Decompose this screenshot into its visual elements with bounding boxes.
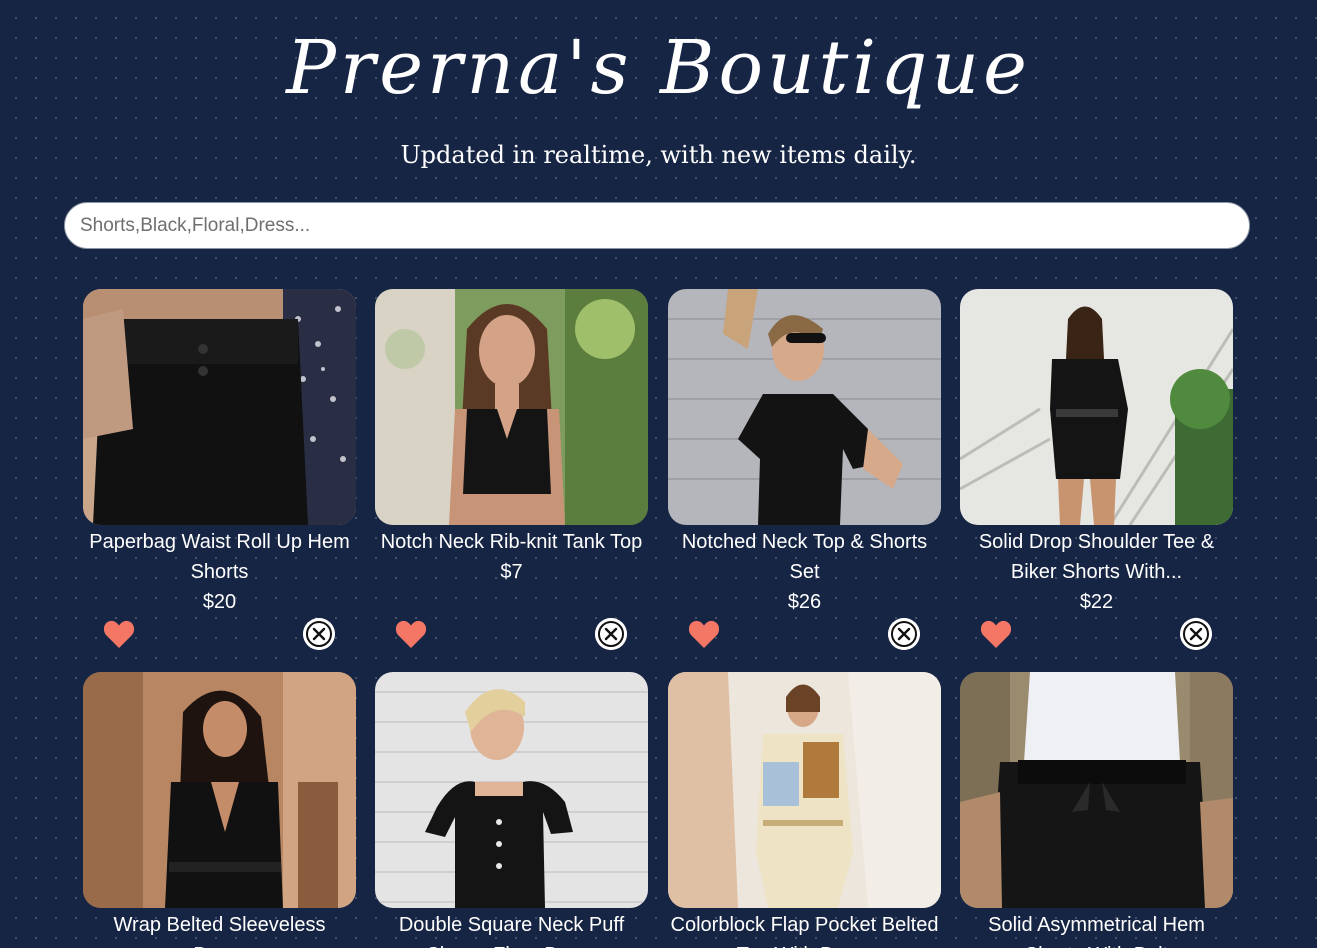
product-image[interactable] — [668, 672, 941, 908]
product-name: Double Square Neck Puff Sleeve Flare Dre… — [398, 914, 625, 948]
heart-icon[interactable] — [103, 619, 135, 649]
product-card[interactable]: Wrap Belted Sleeveless Dress — [83, 672, 356, 948]
product-price: $20 — [202, 591, 237, 613]
product-image[interactable] — [960, 289, 1233, 525]
product-image[interactable] — [960, 672, 1233, 908]
page-title: Prerna's Boutique — [286, 25, 1031, 111]
product-name: Notch Neck Rib-knit Tank Top — [380, 531, 643, 553]
page-subtitle: Updated in realtime, with new items dail… — [400, 141, 917, 169]
product-card[interactable]: Solid Asymmetrical Hem Shorts With Belt — [960, 672, 1233, 948]
product-actions — [960, 617, 1233, 657]
product-name: Paperbag Waist Roll Up Hem Shorts — [89, 531, 350, 583]
close-icon[interactable] — [1180, 618, 1212, 650]
product-price: $7 — [500, 561, 523, 583]
product-name: Solid Asymmetrical Hem Shorts With Belt — [988, 914, 1205, 948]
product-image[interactable] — [668, 289, 941, 525]
product-card[interactable]: Notched Neck Top & Shorts Set $26 — [668, 289, 941, 657]
close-icon[interactable] — [595, 618, 627, 650]
heart-icon[interactable] — [395, 619, 427, 649]
heart-icon[interactable] — [688, 619, 720, 649]
heart-icon[interactable] — [980, 619, 1012, 649]
product-image[interactable] — [375, 289, 648, 525]
product-name: Wrap Belted Sleeveless Dress — [113, 914, 326, 948]
close-icon[interactable] — [303, 618, 335, 650]
product-card[interactable]: Paperbag Waist Roll Up Hem Shorts $20 — [83, 289, 356, 657]
product-actions — [83, 617, 356, 657]
product-name: Colorblock Flap Pocket Belted Tee With D… — [670, 914, 939, 948]
product-card[interactable]: Notch Neck Rib-knit Tank Top $7 — [375, 289, 648, 657]
close-icon[interactable] — [888, 618, 920, 650]
product-actions — [375, 617, 648, 657]
product-image[interactable] — [83, 672, 356, 908]
product-card[interactable]: Double Square Neck Puff Sleeve Flare Dre… — [375, 672, 648, 948]
product-price: $22 — [1079, 591, 1114, 613]
product-card[interactable]: Colorblock Flap Pocket Belted Tee With D… — [668, 672, 941, 948]
product-price: $26 — [787, 591, 822, 613]
product-name: Solid Drop Shoulder Tee & Biker Shorts W… — [978, 531, 1215, 583]
product-card[interactable]: Solid Drop Shoulder Tee & Biker Shorts W… — [960, 289, 1233, 657]
product-name: Notched Neck Top & Shorts Set — [681, 531, 928, 583]
product-actions — [668, 617, 941, 657]
product-image[interactable] — [83, 289, 356, 525]
search-input[interactable] — [64, 202, 1250, 249]
product-image[interactable] — [375, 672, 648, 908]
